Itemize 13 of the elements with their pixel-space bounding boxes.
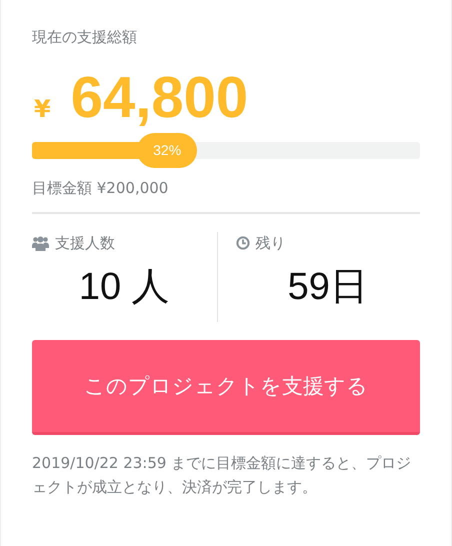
- clock-icon: [236, 236, 250, 250]
- amount-value: 64,800: [70, 64, 248, 132]
- currency-symbol: ¥: [34, 95, 51, 123]
- total-label: 現在の支援総額: [32, 27, 138, 48]
- deadline-note: 2019/10/22 23:59 までに目標金額に達すると、プロジェクトが成立となり、決済が完了します。: [32, 453, 412, 498]
- goal-amount: 目標金額 ¥200,000: [32, 177, 420, 214]
- stat-label: 残り: [256, 234, 286, 252]
- stat-value: 59日: [286, 265, 369, 310]
- support-button[interactable]: このプロジェクトを支援する: [32, 340, 420, 435]
- progress-badge: 32%: [137, 133, 198, 168]
- stat-label: 支援人数: [55, 234, 115, 252]
- stat-value: 10 人: [78, 265, 171, 310]
- people-icon: [32, 236, 49, 250]
